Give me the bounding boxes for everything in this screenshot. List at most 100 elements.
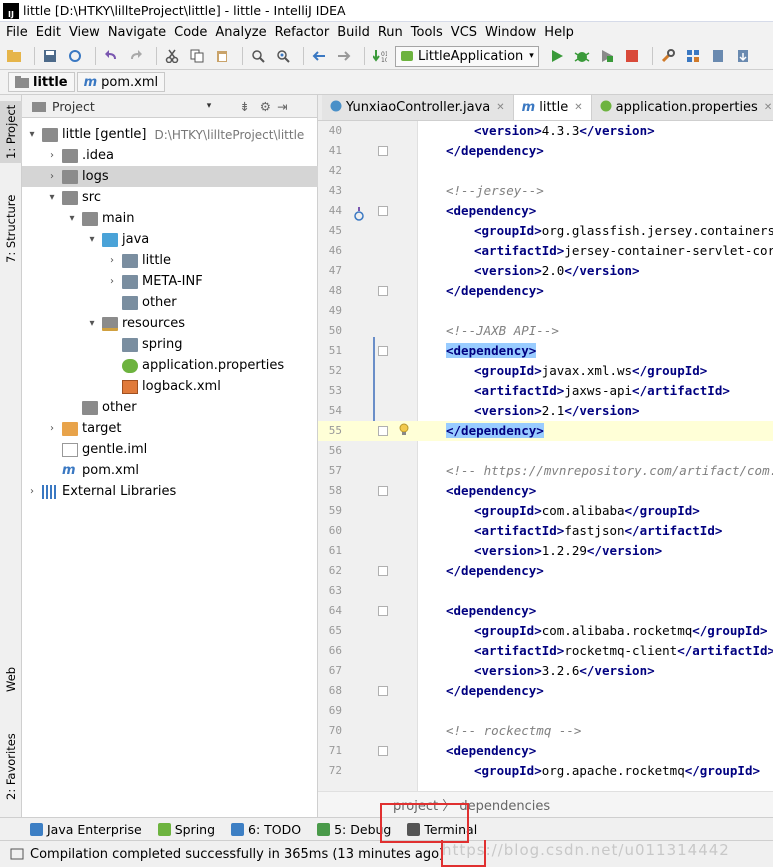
- tree-item[interactable]: ▾ java: [22, 229, 318, 250]
- chevron-right-icon[interactable]: ›: [106, 276, 118, 287]
- nav-crumb-file[interactable]: m pom.xml: [76, 72, 166, 92]
- fold-marker-icon[interactable]: [378, 686, 388, 696]
- cut-icon[interactable]: [162, 46, 182, 66]
- fold-marker-icon[interactable]: [378, 746, 388, 756]
- tab-favorites[interactable]: 2: Favorites: [0, 725, 22, 809]
- fold-marker-icon[interactable]: [378, 566, 388, 576]
- project-panel-title[interactable]: Project: [52, 99, 95, 114]
- menu-code[interactable]: Code: [172, 25, 213, 40]
- tree-item[interactable]: m pom.xml: [22, 460, 318, 481]
- tool-window-spring[interactable]: Spring: [157, 822, 215, 837]
- code-tag: <dependency>: [446, 343, 537, 358]
- paste-icon[interactable]: [212, 46, 232, 66]
- tree-item[interactable]: application.properties: [22, 355, 318, 376]
- tree-item[interactable]: › External Libraries: [22, 481, 318, 502]
- tree-item[interactable]: ▾ little [gentle] D:\HTKY\lillteProject\li…: [22, 124, 318, 145]
- lightbulb-icon[interactable]: [398, 423, 410, 441]
- menu-help[interactable]: Help: [542, 25, 580, 40]
- chevron-right-icon[interactable]: ›: [26, 486, 38, 497]
- copy-icon[interactable]: [187, 46, 207, 66]
- fold-marker-icon[interactable]: [378, 606, 388, 616]
- coverage-icon[interactable]: [597, 46, 617, 66]
- menu-analyze[interactable]: Analyze: [213, 25, 272, 40]
- sdk-icon[interactable]: [708, 46, 728, 66]
- tool-window-java-enterprise[interactable]: Java Enterprise: [30, 822, 142, 837]
- tree-item[interactable]: ▾ src: [22, 187, 318, 208]
- close-icon[interactable]: ✕: [764, 102, 772, 113]
- fold-marker-icon[interactable]: [378, 146, 388, 156]
- tab-project[interactable]: 1: Project: [0, 101, 22, 163]
- menu-refactor[interactable]: Refactor: [273, 25, 336, 40]
- chevron-down-icon[interactable]: ▾: [86, 234, 98, 245]
- menu-vcs[interactable]: VCS: [449, 25, 483, 40]
- chevron-down-icon[interactable]: ▾: [207, 101, 212, 111]
- find-icon[interactable]: [248, 46, 268, 66]
- forward-icon[interactable]: [334, 46, 354, 66]
- chevron-right-icon[interactable]: ›: [46, 171, 58, 182]
- maven-icon: m: [62, 462, 76, 478]
- chevron-right-icon[interactable]: ›: [106, 255, 118, 266]
- editor-tab[interactable]: m little ✕: [513, 95, 592, 120]
- fold-marker-icon[interactable]: [378, 346, 388, 356]
- open-folder-icon[interactable]: [4, 46, 24, 66]
- tree-item[interactable]: › META-INF: [22, 271, 318, 292]
- close-icon[interactable]: ✕: [496, 102, 504, 113]
- tree-item[interactable]: other: [22, 397, 318, 418]
- code-tag: <artifactId>: [474, 643, 565, 658]
- fold-marker-icon[interactable]: [378, 426, 388, 436]
- tool-window-todo[interactable]: 6: TODO: [231, 822, 301, 837]
- sync-icon[interactable]: [65, 46, 85, 66]
- run-gutter-icon[interactable]: [353, 207, 365, 225]
- fold-marker-icon[interactable]: [378, 286, 388, 296]
- chevron-down-icon[interactable]: ▾: [86, 318, 98, 329]
- fold-marker-icon[interactable]: [378, 486, 388, 496]
- chevron-right-icon[interactable]: ›: [46, 150, 58, 161]
- menu-file[interactable]: File: [4, 25, 34, 40]
- nav-crumb-project[interactable]: little: [8, 72, 75, 92]
- tree-item[interactable]: ▾ resources: [22, 313, 318, 334]
- stop-icon[interactable]: [622, 46, 642, 66]
- editor-tab[interactable]: application.properties ✕: [591, 95, 773, 120]
- debug-icon[interactable]: [572, 46, 592, 66]
- menu-window[interactable]: Window: [483, 25, 542, 40]
- tab-web[interactable]: Web: [0, 661, 22, 697]
- undo-icon[interactable]: [101, 46, 121, 66]
- save-icon[interactable]: [40, 46, 60, 66]
- hide-icon[interactable]: ⇥: [277, 99, 287, 114]
- chevron-right-icon[interactable]: ›: [46, 423, 58, 434]
- tree-item[interactable]: logback.xml: [22, 376, 318, 397]
- chevron-down-icon[interactable]: ▾: [26, 129, 38, 140]
- menu-edit[interactable]: Edit: [34, 25, 67, 40]
- make-project-icon[interactable]: 01 10: [370, 46, 390, 66]
- fold-marker-icon[interactable]: [378, 206, 388, 216]
- tree-item[interactable]: gentle.iml: [22, 439, 318, 460]
- tree-item[interactable]: › target: [22, 418, 318, 439]
- close-icon[interactable]: ✕: [574, 102, 582, 113]
- settings-icon[interactable]: [658, 46, 678, 66]
- menu-view[interactable]: View: [67, 25, 106, 40]
- menu-tools[interactable]: Tools: [409, 25, 449, 40]
- tree-item[interactable]: ▾ main: [22, 208, 318, 229]
- redo-icon[interactable]: [126, 46, 146, 66]
- editor-tab[interactable]: YunxiaoController.java ✕: [322, 95, 514, 120]
- menu-navigate[interactable]: Navigate: [106, 25, 172, 40]
- collapse-all-icon[interactable]: ⇟: [239, 99, 249, 114]
- tree-item[interactable]: › logs: [22, 166, 318, 187]
- tree-item[interactable]: › little: [22, 250, 318, 271]
- menu-run[interactable]: Run: [376, 25, 409, 40]
- chevron-down-icon[interactable]: ▾: [46, 192, 58, 203]
- menu-build[interactable]: Build: [335, 25, 376, 40]
- chevron-down-icon[interactable]: ▾: [66, 213, 78, 224]
- run-icon[interactable]: [547, 46, 567, 66]
- tree-item[interactable]: spring: [22, 334, 318, 355]
- project-structure-icon[interactable]: [683, 46, 703, 66]
- tree-item[interactable]: › .idea: [22, 145, 318, 166]
- code-line: 44 <dependency>: [318, 201, 773, 221]
- tree-item[interactable]: other: [22, 292, 318, 313]
- back-icon[interactable]: [309, 46, 329, 66]
- replace-icon[interactable]: [273, 46, 293, 66]
- tab-structure[interactable]: 7: Structure: [0, 187, 22, 271]
- sdk-download-icon[interactable]: [733, 46, 753, 66]
- run-configuration-select[interactable]: LittleApplication ▾: [395, 45, 539, 67]
- gear-icon[interactable]: ⚙: [260, 99, 271, 114]
